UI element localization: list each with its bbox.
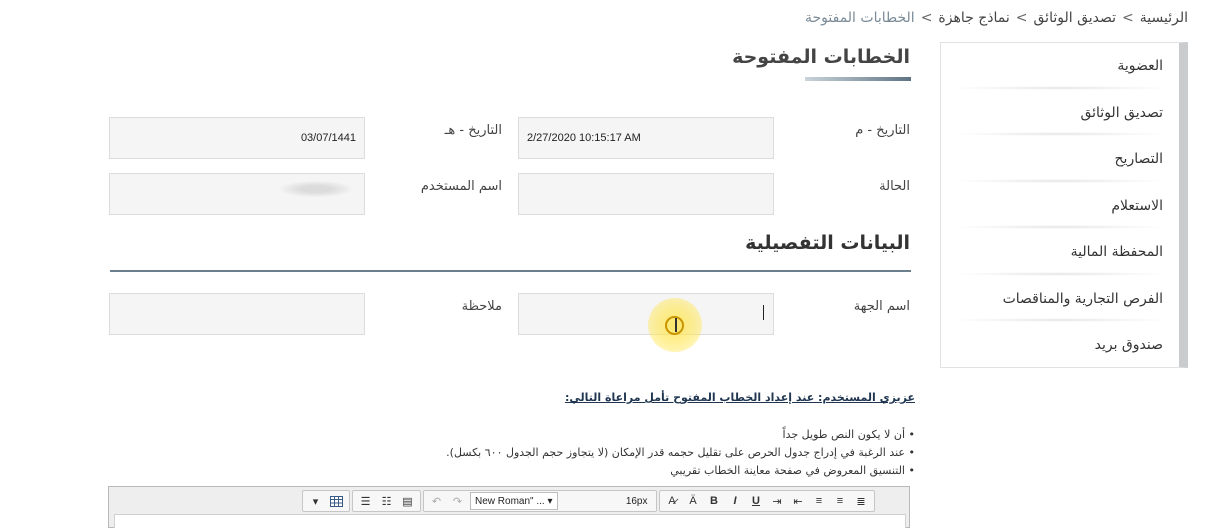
numbered-list-icon[interactable]: ☷ bbox=[376, 492, 397, 510]
breadcrumb-separator: > bbox=[1015, 10, 1028, 26]
breadcrumb-current: الخطابات المفتوحة bbox=[805, 10, 915, 26]
font-family-select[interactable]: New Roman" ... ▾ bbox=[470, 492, 558, 510]
note-label: ملاحظة bbox=[461, 299, 502, 314]
page-title: الخطابات المفتوحة bbox=[732, 46, 910, 68]
text-caret bbox=[763, 305, 764, 320]
username-label: اسم المستخدم bbox=[420, 179, 502, 194]
list-item: التنسيق المعروض في صفحة معاينة الخطاب تق… bbox=[295, 464, 915, 477]
editor-body[interactable] bbox=[114, 514, 906, 528]
sidebar-item-inquiry[interactable]: الاستعلام bbox=[941, 183, 1179, 230]
note-field[interactable] bbox=[109, 293, 365, 335]
breadcrumb-home[interactable]: الرئيسية bbox=[1140, 10, 1188, 26]
hijri-date-label: التاريخ - هـ bbox=[444, 123, 502, 138]
font-size-value: 16px bbox=[625, 495, 648, 507]
ibeam-cursor-icon bbox=[675, 318, 677, 332]
sidebar-item-document-certification[interactable]: تصديق الوثائق bbox=[941, 90, 1179, 137]
sidebar-item-label: المحفظة المالية bbox=[1070, 244, 1163, 261]
sidebar-menu: العضوية تصديق الوثائق التصاريح الاستعلام… bbox=[940, 42, 1188, 368]
sidebar-item-label: الفرص التجارية والمناقصات bbox=[1002, 290, 1163, 307]
breadcrumb-separator: > bbox=[1122, 10, 1134, 26]
format-block-icon[interactable]: ▤ bbox=[397, 492, 418, 510]
font-color-icon[interactable]: A̷ bbox=[662, 492, 683, 510]
entity-name-field[interactable] bbox=[518, 293, 774, 335]
redo-icon[interactable]: ↷ bbox=[447, 492, 468, 510]
notice-title: عزيزي المستخدم: عند إعداد الخطاب المفتوح… bbox=[564, 391, 915, 404]
italic-button[interactable]: I bbox=[725, 492, 746, 510]
font-size-select[interactable]: 16px bbox=[562, 492, 652, 510]
redacted-username bbox=[280, 181, 352, 197]
breadcrumb-ready-templates[interactable]: نماذج جاهزة bbox=[938, 10, 1009, 26]
bold-button[interactable]: B bbox=[704, 492, 725, 510]
toolbar-group-format: A̷ Ä B I U ⇥ ⇤ ≡ ≡ ≣ bbox=[658, 490, 875, 512]
user-notice: عزيزي المستخدم: عند إعداد الخطاب المفتوح… bbox=[295, 391, 915, 482]
entity-name-label: اسم الجهة bbox=[853, 299, 910, 314]
sidebar-item-label: تصديق الوثائق bbox=[1080, 104, 1163, 121]
title-underline bbox=[805, 77, 911, 81]
status-label: الحالة bbox=[879, 179, 910, 194]
sidebar-item-label: الاستعلام bbox=[1111, 197, 1163, 214]
sidebar-item-membership[interactable]: العضوية bbox=[941, 43, 1179, 90]
align-center-icon[interactable]: ≡ bbox=[830, 492, 851, 510]
dropdown-arrow-icon[interactable]: ▾ bbox=[305, 492, 326, 510]
breadcrumb: الرئيسية > تصديق الوثائق > نماذج جاهزة > الخطا… bbox=[805, 10, 1188, 26]
list-item: عند الرغبة في إدراج جدول الحرص على تقليل… bbox=[295, 446, 915, 459]
outdent-icon[interactable]: ⇤ bbox=[788, 492, 809, 510]
bullet-list-icon[interactable]: ☰ bbox=[355, 492, 376, 510]
rich-text-editor: ▾ ☰ ☷ ▤ ↶ ↷ New Roman" ... ▾ 16px A̷ Ä B… bbox=[108, 486, 910, 528]
gregorian-date-label: التاريخ - م bbox=[855, 123, 910, 138]
username-field[interactable] bbox=[109, 173, 365, 215]
mouse-cursor-highlight bbox=[648, 298, 702, 352]
sidebar-item-wallet[interactable]: المحفظة المالية bbox=[941, 229, 1179, 276]
indent-icon[interactable]: ⇥ bbox=[767, 492, 788, 510]
section-title: البيانات التفصيلية bbox=[745, 232, 910, 254]
toolbar-group-font: ↶ ↷ New Roman" ... ▾ 16px bbox=[423, 490, 657, 512]
editor-toolbar: ▾ ☰ ☷ ▤ ↶ ↷ New Roman" ... ▾ 16px A̷ Ä B… bbox=[302, 490, 910, 512]
underline-button[interactable]: U bbox=[746, 492, 767, 510]
undo-icon[interactable]: ↶ bbox=[426, 492, 447, 510]
sidebar-item-label: التصاريح bbox=[1114, 151, 1163, 168]
sidebar-item-label: العضوية bbox=[1117, 58, 1163, 75]
sidebar-item-business-opportunities[interactable]: الفرص التجارية والمناقصات bbox=[941, 276, 1179, 323]
align-left-icon[interactable]: ≡ bbox=[809, 492, 830, 510]
font-family-value: New Roman" ... bbox=[475, 495, 545, 507]
gregorian-date-field[interactable] bbox=[518, 117, 774, 159]
status-field[interactable] bbox=[518, 173, 774, 215]
sidebar-item-permits[interactable]: التصاريح bbox=[941, 136, 1179, 183]
section-divider bbox=[110, 270, 911, 272]
sidebar-item-label: صندوق بريد bbox=[1094, 337, 1163, 354]
breadcrumb-separator: > bbox=[920, 10, 933, 26]
breadcrumb-document-certification[interactable]: تصديق الوثائق bbox=[1034, 10, 1117, 26]
highlight-color-icon[interactable]: Ä bbox=[683, 492, 704, 510]
toolbar-group-table: ▾ bbox=[302, 490, 350, 512]
align-right-icon[interactable]: ≣ bbox=[851, 492, 872, 510]
hijri-date-field[interactable] bbox=[109, 117, 365, 159]
toolbar-group-lists: ☰ ☷ ▤ bbox=[352, 490, 421, 512]
table-icon[interactable] bbox=[326, 492, 347, 510]
notice-list: أن لا يكون النص طويل جداً عند الرغبة في … bbox=[295, 428, 915, 477]
sidebar-item-mailbox[interactable]: صندوق بريد bbox=[941, 322, 1179, 369]
list-item: أن لا يكون النص طويل جداً bbox=[295, 428, 915, 441]
